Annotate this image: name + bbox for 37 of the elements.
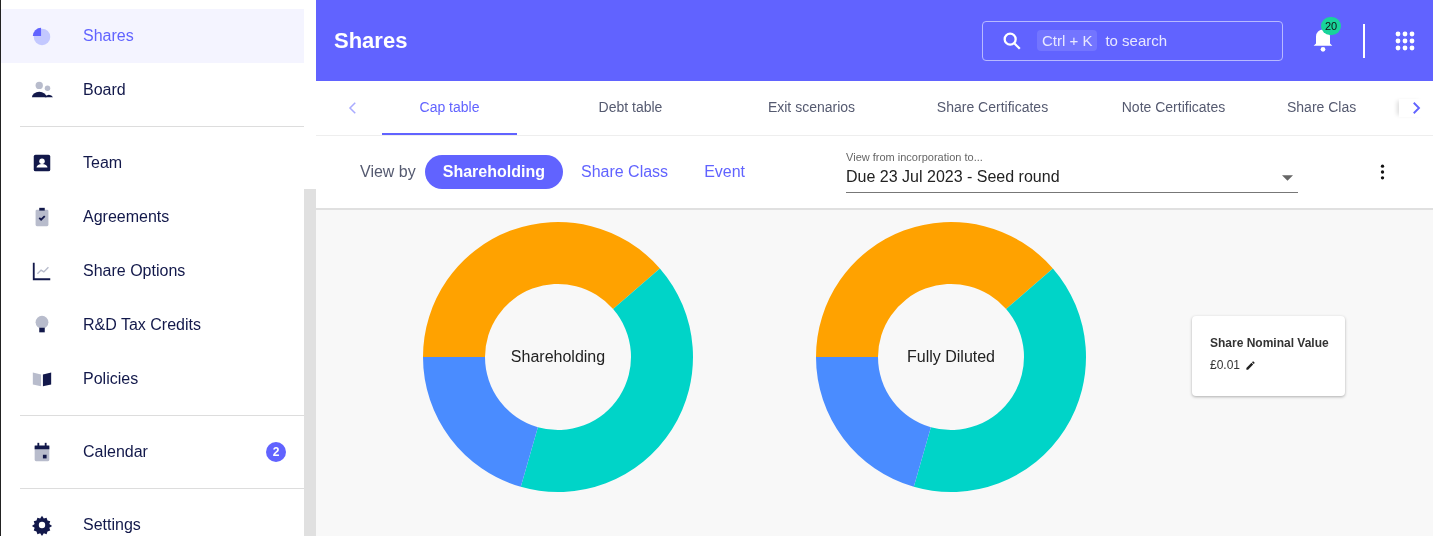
view-option[interactable]: Shareholding — [424, 155, 563, 189]
caret-icon — [1282, 175, 1294, 181]
tab[interactable]: Note Certificates — [1106, 81, 1241, 135]
date-dropdown[interactable]: View from incorporation to... Due 23 Jul 2023 - Seed round — [846, 151, 1299, 193]
chart-label: Fully Diluted — [907, 348, 995, 366]
sidebar-item[interactable]: Team — [1, 136, 305, 190]
view-by-label: View by — [360, 163, 416, 181]
page-title: Shares — [334, 27, 409, 54]
card-title: Share Nominal Value — [1210, 336, 1330, 350]
pie-chart-icon — [31, 25, 53, 47]
more-icon[interactable] — [1380, 163, 1386, 181]
search-placeholder: to search — [1105, 32, 1168, 49]
apps-grid-icon[interactable] — [1395, 30, 1415, 51]
sidebar-item[interactable]: R&D Tax Credits — [1, 298, 305, 352]
view-option[interactable]: Event — [686, 155, 764, 189]
tab[interactable]: Debt table — [563, 81, 698, 135]
pencil-icon[interactable] — [1245, 359, 1257, 371]
sidebar-item[interactable]: Share Options — [1, 244, 305, 298]
tab[interactable]: Exit scenarios — [744, 81, 879, 135]
sidebar-item[interactable]: Settings — [1, 498, 305, 536]
tab[interactable]: Share Certificates — [925, 81, 1060, 135]
sidebar-item[interactable]: Policies — [1, 352, 305, 406]
chart-label: Shareholding — [510, 348, 606, 366]
search-field[interactable]: Ctrl + K to search — [982, 20, 1283, 61]
line-chart-icon — [31, 260, 53, 282]
sidebar-item[interactable]: Board — [1, 63, 305, 117]
notification-badge: 20 — [1321, 16, 1342, 35]
sidebar-item[interactable]: Calendar 2 — [1, 425, 305, 479]
id-badge-icon — [31, 152, 53, 174]
tab[interactable]: Share Clas — [1287, 81, 1357, 135]
count-badge: 2 — [266, 442, 287, 462]
scrollbar[interactable] — [304, 189, 316, 536]
sidebar-item[interactable]: Agreements — [1, 190, 305, 244]
nominal-value: £0.01 — [1210, 358, 1241, 372]
sidebar-item[interactable]: Shares — [1, 9, 305, 63]
shortcut-key: Ctrl + K — [1037, 30, 1098, 51]
view-option[interactable]: Share Class — [562, 155, 687, 189]
